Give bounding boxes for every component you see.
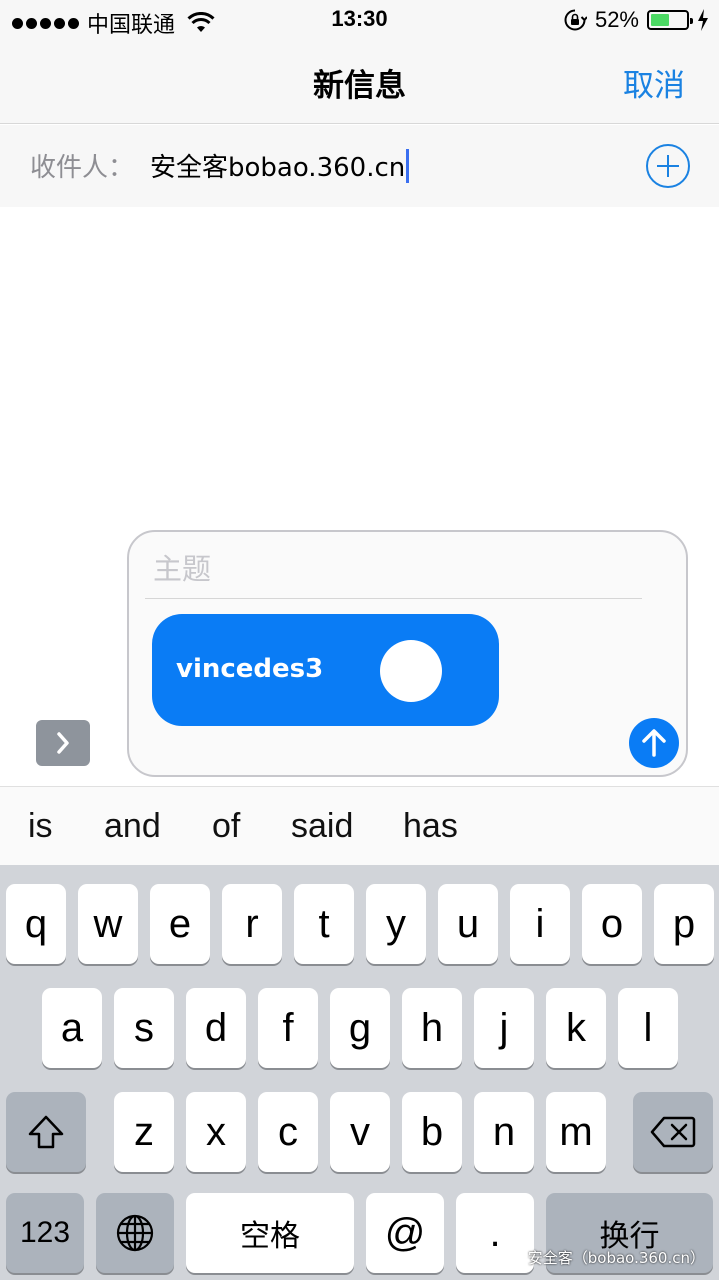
chevron-right-icon xyxy=(57,732,69,754)
key-u[interactable]: u xyxy=(438,884,498,964)
key-n[interactable]: n xyxy=(474,1092,534,1172)
key-j[interactable]: j xyxy=(474,988,534,1068)
page-title: 新信息 xyxy=(313,68,406,104)
key-b[interactable]: b xyxy=(402,1092,462,1172)
key-s[interactable]: s xyxy=(114,988,174,1068)
key-c[interactable]: c xyxy=(258,1092,318,1172)
cancel-button[interactable]: 取消 xyxy=(623,60,685,105)
key-y[interactable]: y xyxy=(366,884,426,964)
key-d[interactable]: d xyxy=(186,988,246,1068)
recipient-input[interactable]: 安全客bobao.360.cn xyxy=(150,147,410,184)
key-a[interactable]: a xyxy=(42,988,102,1068)
backspace-icon xyxy=(650,1116,696,1148)
recipient-label: 收件人： xyxy=(30,153,135,183)
battery-icon xyxy=(647,10,693,30)
bubble-dot xyxy=(380,640,442,702)
prediction-word[interactable]: is xyxy=(28,807,53,846)
key-z[interactable]: z xyxy=(114,1092,174,1172)
key-t[interactable]: t xyxy=(294,884,354,964)
key-g[interactable]: g xyxy=(330,988,390,1068)
expand-apps-button[interactable] xyxy=(36,720,90,766)
globe-icon xyxy=(116,1214,154,1252)
key-p[interactable]: p xyxy=(654,884,714,964)
keyboard: q w e r t y u i o p a s d f g h j k l z … xyxy=(0,865,719,1280)
backspace-key[interactable] xyxy=(633,1092,713,1172)
status-bar: 中国联通 13:30 52% xyxy=(0,0,719,40)
watermark: 安全客（bobao.360.cn） xyxy=(527,1249,705,1267)
shift-icon xyxy=(28,1115,64,1149)
key-m[interactable]: m xyxy=(546,1092,606,1172)
arrow-up-icon xyxy=(642,729,666,757)
key-f[interactable]: f xyxy=(258,988,318,1068)
key-w[interactable]: w xyxy=(78,884,138,964)
key-q[interactable]: q xyxy=(6,884,66,964)
status-right: 52% xyxy=(563,7,709,33)
key-v[interactable]: v xyxy=(330,1092,390,1172)
key-x[interactable]: x xyxy=(186,1092,246,1172)
add-contact-button[interactable] xyxy=(646,144,690,188)
space-key[interactable]: 空格 xyxy=(186,1193,354,1273)
key-o[interactable]: o xyxy=(582,884,642,964)
key-i[interactable]: i xyxy=(510,884,570,964)
recipient-value: 安全客bobao.360.cn xyxy=(150,153,406,183)
key-r[interactable]: r xyxy=(222,884,282,964)
prediction-word[interactable]: has xyxy=(403,807,458,846)
numbers-key[interactable]: 123 xyxy=(6,1193,84,1273)
prediction-word[interactable]: said xyxy=(291,807,353,846)
key-e[interactable]: e xyxy=(150,884,210,964)
prediction-word[interactable]: of xyxy=(212,807,240,846)
text-caret xyxy=(406,148,410,183)
predictive-bar: is and of said has xyxy=(0,786,719,865)
bubble-text: vincedes3 xyxy=(176,654,324,684)
globe-key[interactable] xyxy=(96,1193,174,1273)
prediction-word[interactable]: and xyxy=(104,807,161,846)
key-h[interactable]: h xyxy=(402,988,462,1068)
subject-divider xyxy=(145,598,642,599)
rotation-lock-icon xyxy=(564,9,587,31)
charging-bolt-icon xyxy=(698,9,708,31)
shift-key[interactable] xyxy=(6,1092,86,1172)
battery-fill xyxy=(651,14,669,26)
at-key[interactable]: @ xyxy=(366,1193,444,1273)
subject-input[interactable]: 主题 xyxy=(153,546,211,588)
nav-bar: 新信息 取消 xyxy=(0,40,719,124)
dot-key[interactable]: . xyxy=(456,1193,534,1273)
recipient-row: 收件人： 安全客bobao.360.cn xyxy=(0,125,719,207)
battery-percent: 52% xyxy=(594,7,639,32)
send-button[interactable] xyxy=(629,718,679,768)
message-bubble[interactable]: vincedes3 xyxy=(152,614,499,726)
key-k[interactable]: k xyxy=(546,988,606,1068)
message-compose-box[interactable]: 主题 vincedes3 xyxy=(127,530,688,777)
key-l[interactable]: l xyxy=(618,988,678,1068)
